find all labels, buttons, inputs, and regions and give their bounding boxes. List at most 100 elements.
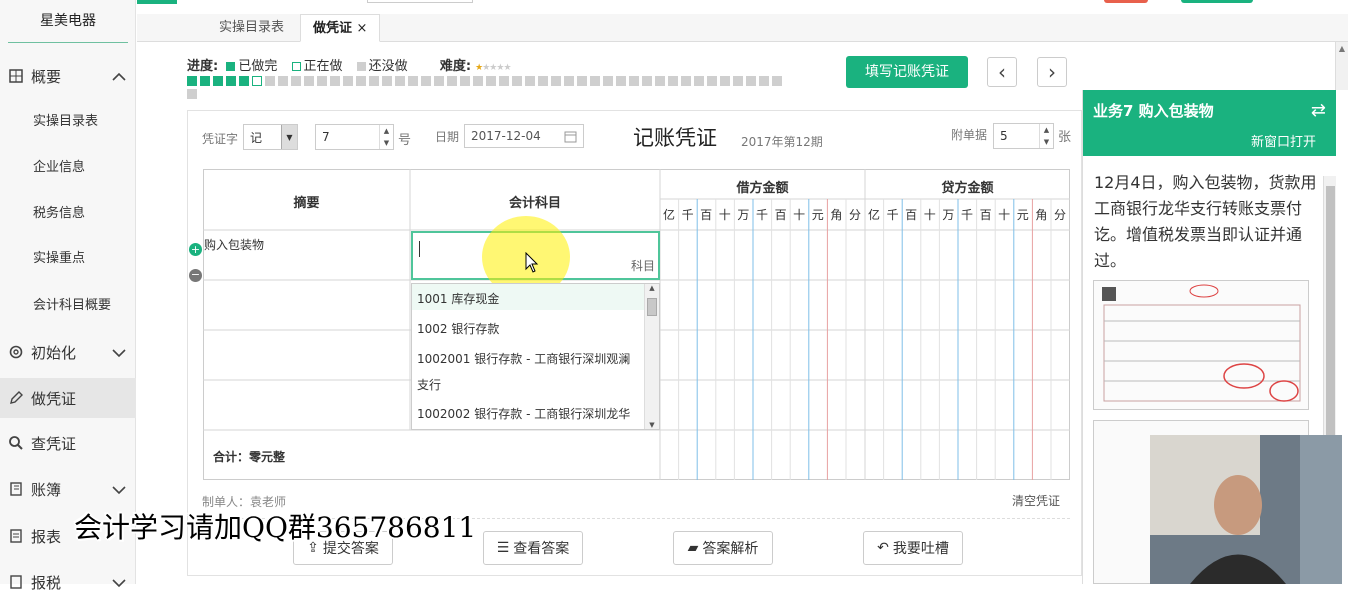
dropdown-item-cont[interactable]: 支行 (417, 376, 441, 393)
nav-ledger[interactable]: 账簿 (0, 469, 136, 509)
progress-cell[interactable] (486, 76, 496, 86)
prev-button[interactable]: ‹ (987, 57, 1017, 87)
remove-row-icon[interactable]: − (189, 269, 202, 282)
progress-cell[interactable] (213, 76, 223, 86)
progress-cell[interactable] (252, 76, 262, 86)
add-row-icon[interactable]: + (189, 243, 202, 256)
progress-cell[interactable] (356, 76, 366, 86)
progress-cell[interactable] (499, 76, 509, 86)
progress-cell[interactable] (564, 76, 574, 86)
tab-make-voucher[interactable]: 做凭证 × (300, 14, 381, 42)
progress-cell[interactable] (239, 76, 249, 86)
progress-cell[interactable] (668, 76, 678, 86)
progress-cell[interactable] (616, 76, 626, 86)
number-spinner[interactable]: ▲ ▼ (379, 125, 393, 149)
scroll-thumb[interactable] (1326, 186, 1335, 452)
top-red-button[interactable] (1104, 0, 1148, 3)
progress-cell[interactable] (512, 76, 522, 86)
progress-cell[interactable] (421, 76, 431, 86)
dropdown-arrow-icon: ▼ (281, 125, 297, 149)
progress-cell[interactable] (629, 76, 639, 86)
dropdown-scrollbar[interactable]: ▲ ▼ (644, 284, 659, 429)
digit-header: 千 (755, 208, 768, 222)
subnav-accounts-overview[interactable]: 会计科目概要 (0, 291, 136, 321)
progress-cell[interactable] (655, 76, 665, 86)
progress-cell[interactable] (369, 76, 379, 86)
progress-cell[interactable] (681, 76, 691, 86)
chevron-down-icon (112, 481, 126, 499)
view-answer-button[interactable]: ☰ 查看答案 (483, 531, 583, 565)
progress-cell[interactable] (772, 76, 782, 86)
nav-make-voucher[interactable]: 做凭证 (0, 378, 136, 418)
swap-icon[interactable]: ⇄ (1311, 100, 1326, 121)
progress-cell[interactable] (200, 76, 210, 86)
grid-icon (7, 67, 25, 85)
fill-voucher-button[interactable]: 填写记账凭证 (846, 56, 968, 88)
progress-cell[interactable] (733, 76, 743, 86)
progress-cell[interactable] (187, 89, 197, 99)
progress-cell[interactable] (330, 76, 340, 86)
progress-cell[interactable] (720, 76, 730, 86)
nav-overview[interactable]: 概要 (0, 56, 136, 96)
next-button[interactable]: › (1037, 57, 1067, 87)
dropdown-item[interactable]: 1001 库存现金 (417, 290, 499, 307)
progress-cell[interactable] (746, 76, 756, 86)
progress-cell[interactable] (317, 76, 327, 86)
progress-cell[interactable] (343, 76, 353, 86)
open-new-window-link[interactable]: 新窗口打开 (1251, 131, 1316, 150)
subnav-company-info[interactable]: 企业信息 (0, 153, 136, 183)
digit-header: 分 (848, 208, 861, 222)
nav-init[interactable]: 初始化 (0, 332, 136, 372)
voucher-type-select[interactable]: 记 ▼ (243, 124, 298, 150)
progress-cell[interactable] (447, 76, 457, 86)
close-icon[interactable]: × (357, 21, 368, 36)
progress-cell[interactable] (694, 76, 704, 86)
main-scrollbar[interactable]: ▲ (1335, 42, 1348, 90)
legend-todo: 还没做 (368, 59, 408, 74)
subnav-key-points[interactable]: 实操重点 (0, 244, 136, 274)
voucher-number-input[interactable]: 7 ▲ ▼ (315, 124, 394, 150)
progress-cell[interactable] (460, 76, 470, 86)
subnav-catalog[interactable]: 实操目录表 (0, 107, 136, 137)
progress-cell[interactable] (434, 76, 444, 86)
progress-cell[interactable] (395, 76, 405, 86)
tab-catalog[interactable]: 实操目录表 (207, 14, 296, 42)
progress-cell[interactable] (291, 76, 301, 86)
top-green-button[interactable] (1181, 0, 1253, 3)
row1-summary[interactable]: 购入包装物 (204, 236, 264, 253)
progress-cell[interactable] (538, 76, 548, 86)
scroll-thumb[interactable] (647, 298, 657, 316)
progress-cell[interactable] (473, 76, 483, 86)
top-field (367, 0, 473, 3)
progress-cell[interactable] (577, 76, 587, 86)
attachments-spinner[interactable]: ▲ ▼ (1039, 124, 1053, 148)
nav-query-voucher[interactable]: 查凭证 (0, 423, 136, 463)
legend-done: 已做完 (238, 59, 278, 74)
attachments-input[interactable]: 5 ▲ ▼ (993, 123, 1054, 149)
progress-cell[interactable] (551, 76, 561, 86)
clear-voucher-link[interactable]: 清空凭证 (1012, 492, 1060, 509)
progress-cell[interactable] (408, 76, 418, 86)
subnav-tax-info[interactable]: 税务信息 (0, 199, 136, 229)
progress-cell[interactable] (759, 76, 769, 86)
progress-cell[interactable] (187, 76, 197, 86)
nav-tax[interactable]: 报税 (0, 562, 136, 602)
dropdown-item[interactable]: 1002002 银行存款 - 工商银行深圳龙华 (417, 405, 630, 422)
progress-cell[interactable] (642, 76, 652, 86)
progress-cell[interactable] (525, 76, 535, 86)
progress-cell[interactable] (707, 76, 717, 86)
calendar-icon[interactable] (564, 130, 577, 146)
progress-cell[interactable] (590, 76, 600, 86)
progress-cell[interactable] (304, 76, 314, 86)
progress-cell[interactable] (278, 76, 288, 86)
feedback-button[interactable]: ↶ 我要吐槽 (863, 531, 963, 565)
progress-cell[interactable] (382, 76, 392, 86)
dropdown-item[interactable]: 1002 银行存款 (417, 320, 499, 337)
answer-analysis-button[interactable]: ▰ 答案解析 (673, 531, 773, 565)
progress-cell[interactable] (265, 76, 275, 86)
progress-cell[interactable] (226, 76, 236, 86)
dropdown-item[interactable]: 1002001 银行存款 - 工商银行深圳观澜 (417, 350, 630, 367)
date-input[interactable]: 2017-12-04 (464, 124, 584, 148)
invoice-image[interactable] (1093, 280, 1309, 410)
progress-cell[interactable] (603, 76, 613, 86)
